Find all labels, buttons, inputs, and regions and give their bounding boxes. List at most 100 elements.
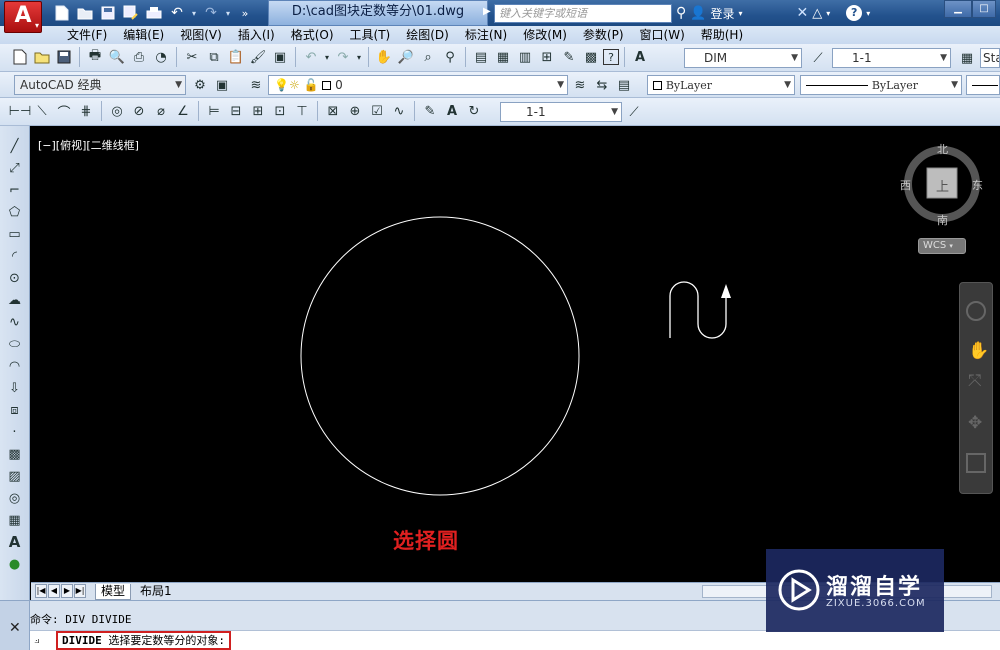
pan-hand-icon[interactable]: ✋ — [968, 341, 989, 361]
angular-dimension-icon[interactable]: ∠ — [173, 101, 193, 121]
gradient-icon[interactable]: ▨ — [4, 466, 26, 486]
quickcalc-icon[interactable]: ▩ — [581, 47, 601, 67]
table-style-select[interactable]: Sta — [980, 48, 1000, 68]
jogged-linear-icon[interactable]: ∿ — [389, 101, 409, 121]
make-block-icon[interactable]: ⧈ — [4, 400, 26, 420]
help-icon[interactable]: ? — [846, 5, 863, 21]
workspace-select[interactable]: AutoCAD 经典 ▼ — [14, 75, 186, 95]
hatch-icon[interactable]: ▩ — [4, 444, 26, 464]
search-input[interactable]: 键入关键字或短语 — [494, 4, 672, 23]
orbit-icon[interactable]: ✥ — [968, 413, 982, 433]
block-editor-icon[interactable]: ▣ — [270, 47, 290, 67]
zoom-realtime-icon[interactable]: 🔎 — [396, 47, 416, 67]
save-icon[interactable] — [98, 3, 118, 23]
print-icon[interactable] — [144, 3, 164, 23]
circle-icon[interactable]: ⊙ — [4, 268, 26, 288]
lineweight-select[interactable] — [966, 75, 1000, 95]
application-menu-button[interactable]: A ▾ — [4, 1, 42, 33]
ellipse-icon[interactable]: ⬭ — [4, 334, 26, 354]
drawing-canvas[interactable] — [31, 126, 1000, 582]
layer-select[interactable]: 💡☼ 🔓 0 ▼ — [268, 75, 568, 95]
menu-item-3[interactable]: 插入(I) — [230, 26, 283, 44]
markup-icon[interactable]: ✎ — [559, 47, 579, 67]
plot-icon[interactable]: 🖶 — [85, 47, 105, 67]
spline-icon[interactable]: ∿ — [4, 312, 26, 332]
menu-item-0[interactable]: 文件(F) — [59, 26, 115, 44]
save-icon[interactable] — [54, 47, 74, 67]
quick-dimension-icon[interactable]: ⊨ — [204, 101, 224, 121]
arc-icon[interactable]: ◜ — [4, 246, 26, 266]
plot-preview-icon[interactable]: 🔍 — [107, 47, 127, 67]
undo-icon[interactable]: ↶ — [167, 3, 187, 23]
dimension-scale-select[interactable]: 1-1 ▼ — [500, 102, 622, 122]
dropdown-arrow-icon[interactable]: ▾ — [738, 9, 742, 18]
command-line[interactable]: ⟓ DIVIDE 选择要定数等分的对象: — [30, 630, 1000, 650]
table-icon[interactable]: ▦ — [4, 510, 26, 530]
menu-item-4[interactable]: 格式(O) — [283, 26, 342, 44]
more-icon[interactable]: » — [235, 3, 255, 23]
dropdown-arrow-icon[interactable]: ▾ — [866, 9, 870, 18]
undo-icon[interactable]: ↶ — [301, 47, 321, 67]
showmotion-icon[interactable] — [966, 453, 986, 473]
make-current-layer-icon[interactable]: ≋ — [570, 75, 590, 95]
menu-item-10[interactable]: 窗口(W) — [632, 26, 693, 44]
ellipse-arc-icon[interactable]: ◠ — [4, 356, 26, 376]
dimension-text-edit-icon[interactable]: A — [442, 101, 462, 121]
menu-item-2[interactable]: 视图(V) — [172, 26, 230, 44]
workspace-toolbar-icon[interactable]: ▣ — [212, 75, 232, 95]
menu-item-5[interactable]: 工具(T) — [342, 26, 399, 44]
command-window-handle[interactable]: ✕ — [0, 601, 30, 650]
tool-palettes-icon[interactable]: ▥ — [515, 47, 535, 67]
ordinate-dimension-icon[interactable]: ⋕ — [76, 101, 96, 121]
color-select[interactable]: ByLayer ▼ — [647, 75, 795, 95]
close-icon[interactable]: ✕ — [9, 620, 21, 636]
layer-properties-icon[interactable]: ≋ — [246, 75, 266, 95]
construction-line-icon[interactable]: ⤢ — [4, 158, 26, 178]
polyline-icon[interactable]: ⌐ — [4, 180, 26, 200]
design-center-icon[interactable]: ▦ — [493, 47, 513, 67]
viewcube-west[interactable]: 西 — [900, 177, 911, 193]
drawing-circle[interactable] — [300, 216, 580, 496]
publish-3d-dwf-icon[interactable]: ◔ — [151, 47, 171, 67]
center-mark-icon[interactable]: ⊕ — [345, 101, 365, 121]
revision-cloud-icon[interactable]: ☁ — [4, 290, 26, 310]
viewport-label[interactable]: [−][俯视][二维线框] — [38, 137, 139, 153]
linetype-select[interactable]: ByLayer ▼ — [800, 75, 962, 95]
autodesk-a360-icon[interactable]: △ — [812, 6, 822, 21]
dimension-style-icon[interactable]: ⟋ — [808, 48, 828, 68]
publish-icon[interactable]: ⎙ — [129, 47, 149, 67]
inspection-icon[interactable]: ☑ — [367, 101, 387, 121]
workspace-settings-icon[interactable]: ⚙ — [190, 75, 210, 95]
menu-item-6[interactable]: 绘图(D) — [398, 26, 457, 44]
binoculars-icon[interactable]: ⚲ — [676, 5, 686, 21]
rectangle-icon[interactable]: ▭ — [4, 224, 26, 244]
minimize-button[interactable]: ▁ — [944, 0, 972, 18]
cut-icon[interactable]: ✂ — [182, 47, 202, 67]
zoom-window-icon[interactable]: ⌕ — [418, 47, 438, 67]
radius-dimension-icon[interactable]: ◎ — [107, 101, 127, 121]
insert-block-icon[interactable]: ⇩ — [4, 378, 26, 398]
dropdown-arrow-icon[interactable]: ▾ — [826, 9, 830, 18]
open-folder-icon[interactable] — [32, 47, 52, 67]
menu-item-7[interactable]: 标注(N) — [457, 26, 515, 44]
login-button[interactable]: 登录 — [710, 5, 734, 22]
continue-dimension-icon[interactable]: ⊞ — [248, 101, 268, 121]
new-file-icon[interactable] — [52, 3, 72, 23]
first-tab-icon[interactable]: |◀ — [35, 584, 47, 598]
search-expand-icon[interactable]: ▶ — [483, 6, 491, 17]
redo-icon[interactable]: ↷ — [333, 47, 353, 67]
dimension-update-icon[interactable]: ↻ — [464, 101, 484, 121]
multiline-text-icon[interactable]: A — [4, 532, 26, 552]
help-icon[interactable]: ? — [603, 49, 619, 65]
last-tab-icon[interactable]: ▶| — [74, 584, 86, 598]
new-file-icon[interactable] — [10, 47, 30, 67]
prev-tab-icon[interactable]: ◀ — [48, 584, 60, 598]
aligned-dimension-icon[interactable]: ⟍ — [32, 101, 52, 121]
viewcube-top-face[interactable]: 上 — [936, 176, 949, 195]
dimension-style-icon[interactable]: ⟋ — [624, 102, 644, 122]
redo-icon[interactable]: ↷ — [201, 3, 221, 23]
text-style-select[interactable]: DIM ▼ — [684, 48, 802, 68]
dimension-edit-icon[interactable]: ✎ — [420, 101, 440, 121]
pan-hand-icon[interactable]: ✋ — [374, 47, 394, 67]
exchange-icon[interactable]: ✕ — [796, 5, 808, 21]
